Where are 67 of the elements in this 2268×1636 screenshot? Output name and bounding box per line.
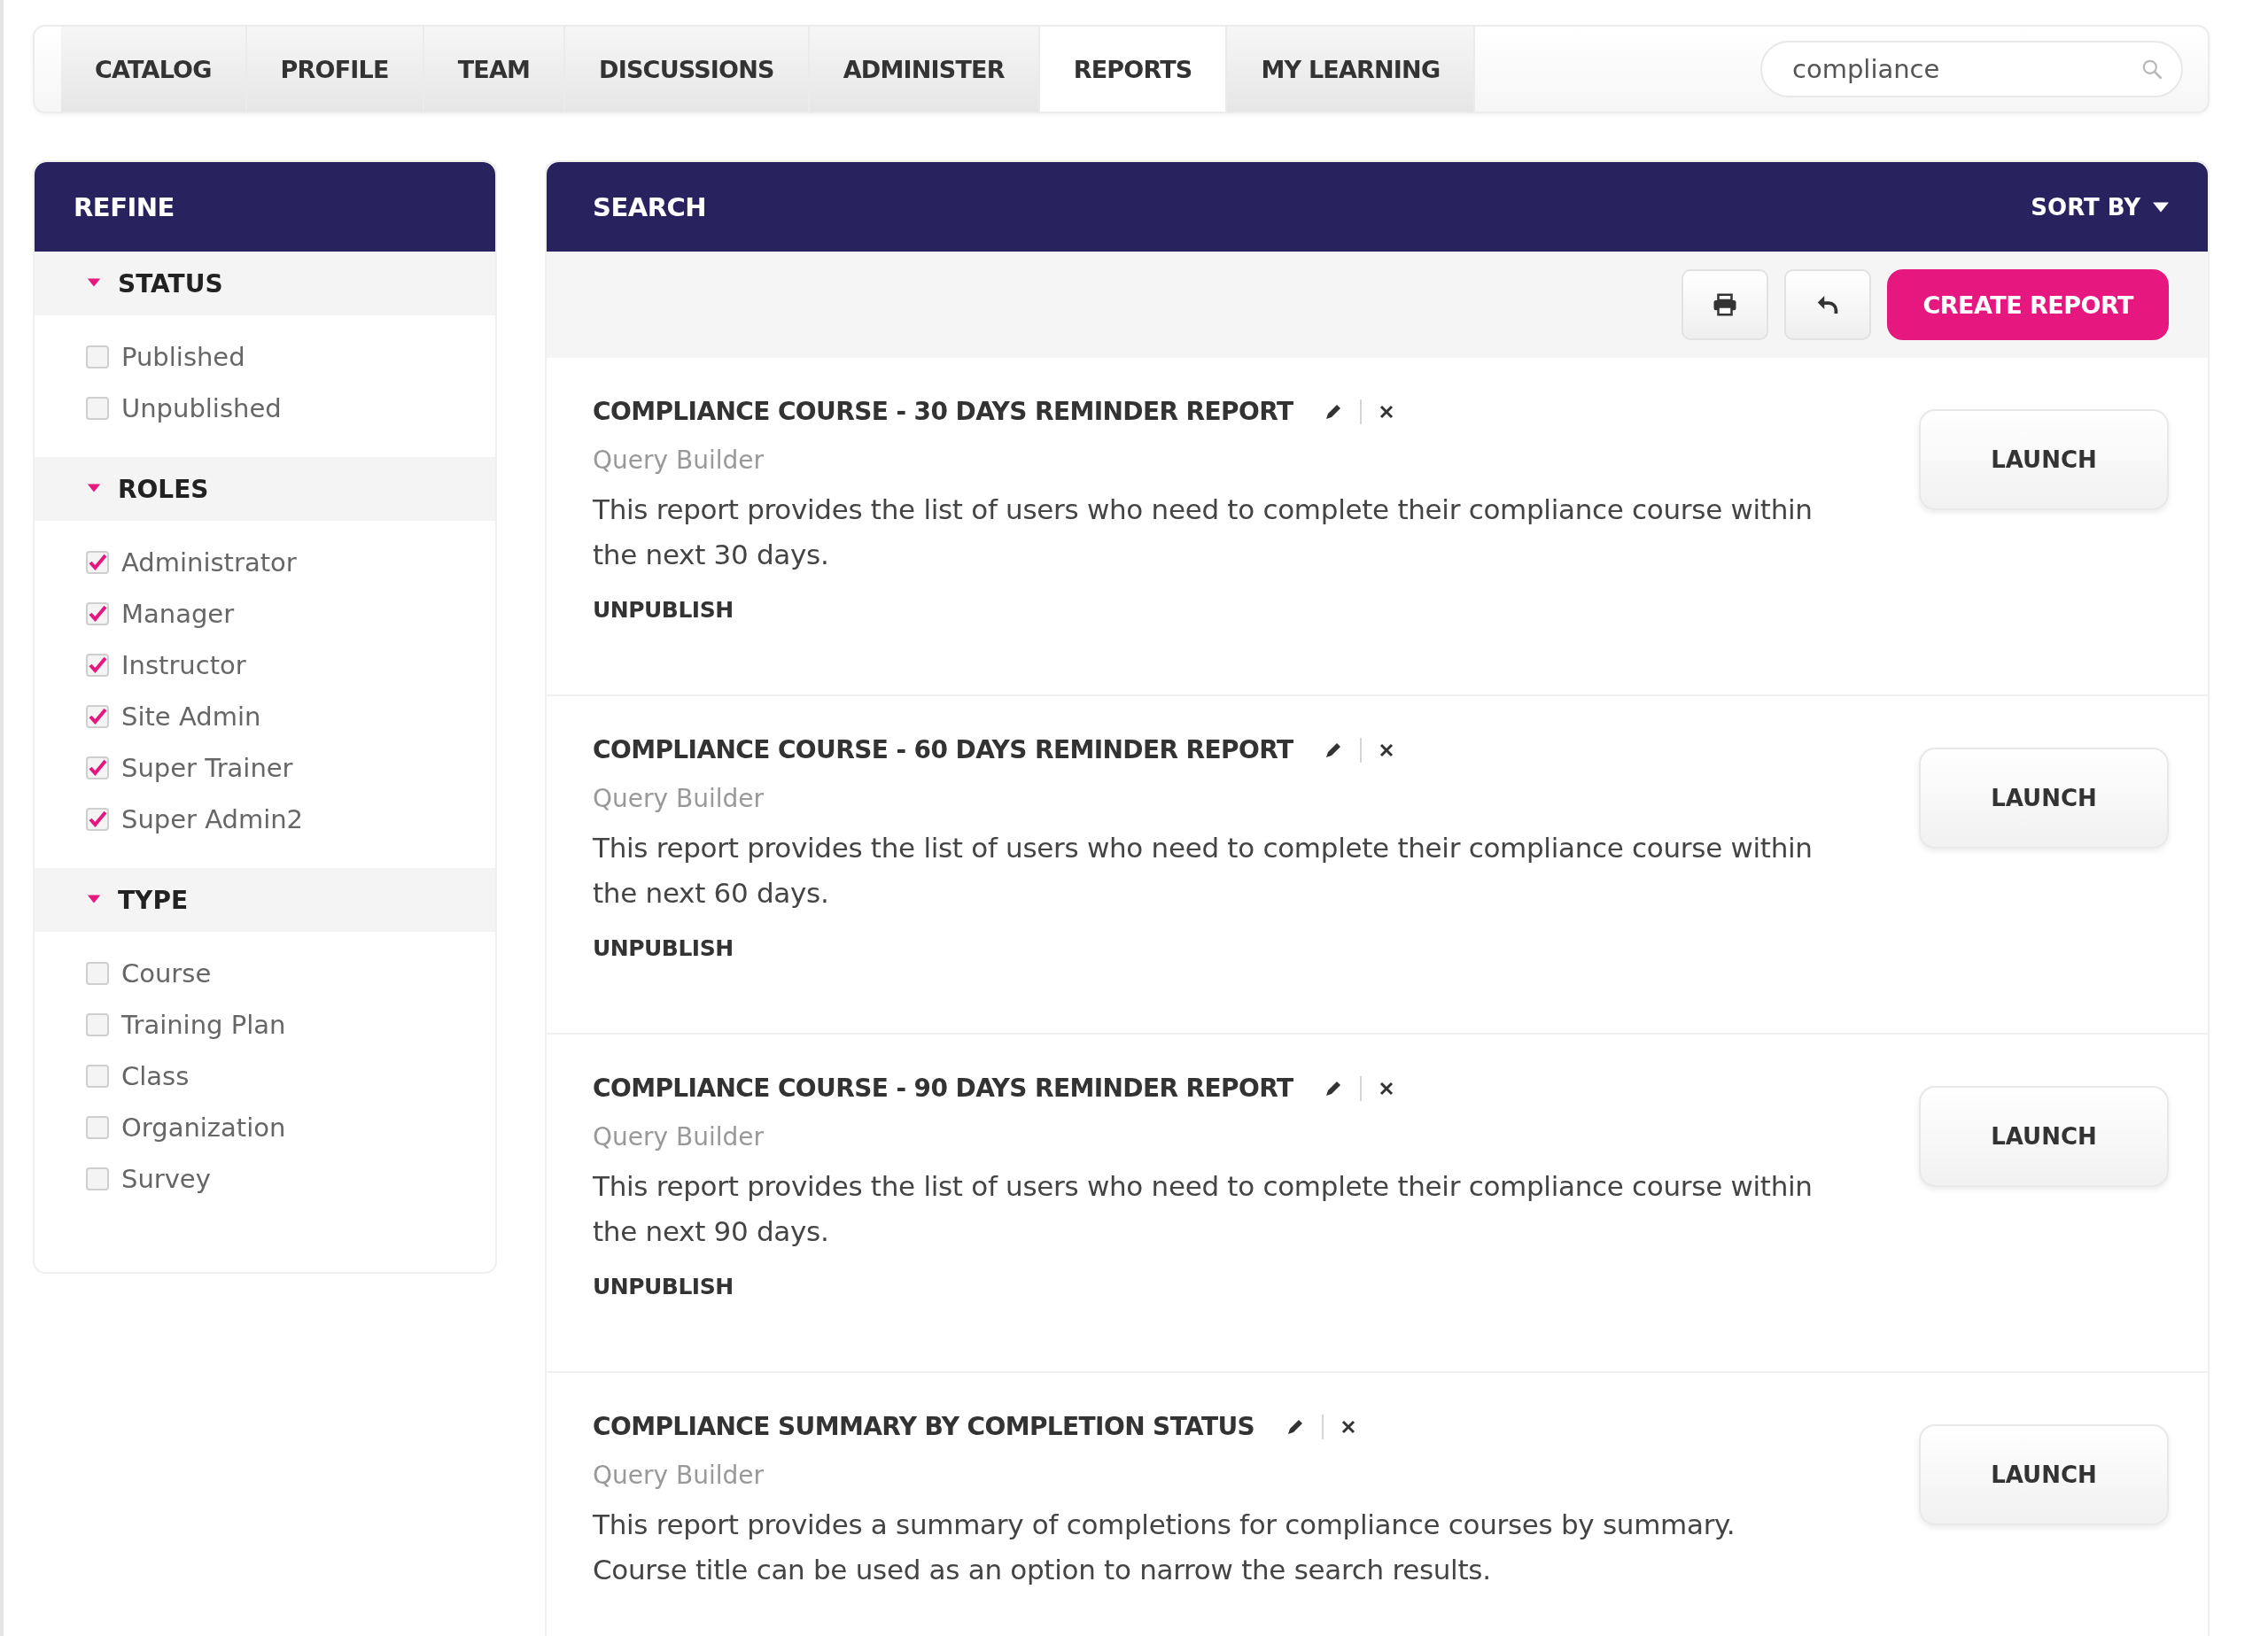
filter-label: Administrator (121, 547, 297, 578)
filter-label: Organization (121, 1113, 286, 1143)
section-header[interactable]: STATUS (35, 252, 495, 315)
caret-down-icon (2153, 201, 2169, 213)
nav-tab[interactable]: TEAM (423, 27, 566, 112)
report-source: Query Builder (593, 784, 765, 813)
checked-checkbox[interactable] (86, 808, 109, 831)
launch-button[interactable]: LAUNCH (1919, 748, 2169, 849)
nav-tab[interactable]: ADMINISTER (809, 27, 1040, 112)
launch-button[interactable]: LAUNCH (1919, 409, 2169, 510)
nav-tab[interactable]: DISCUSSIONS (565, 27, 810, 112)
unpublish-link[interactable]: UNPUBLISH (593, 597, 734, 623)
section-title: STATUS (118, 268, 223, 299)
checkbox[interactable] (86, 1116, 109, 1139)
checkbox[interactable] (86, 345, 109, 368)
checked-checkbox[interactable] (86, 705, 109, 728)
report-title: COMPLIANCE SUMMARY BY COMPLETION STATUS (593, 1412, 1255, 1441)
report-source: Query Builder (593, 1122, 765, 1151)
filter-label: Training Plan (121, 1010, 286, 1040)
report-title: COMPLIANCE COURSE - 30 DAYS REMINDER REPORT (593, 397, 1293, 426)
search-field[interactable]: compliance (1760, 41, 2183, 97)
launch-button[interactable]: LAUNCH (1919, 1424, 2169, 1525)
report-source: Query Builder (593, 446, 765, 475)
checkbox[interactable] (86, 1013, 109, 1036)
panel-header: REFINE (35, 162, 495, 252)
checkbox[interactable] (86, 1065, 109, 1088)
filter-label: Class (121, 1061, 190, 1091)
checked-checkbox[interactable] (86, 654, 109, 677)
filter-label: Published (121, 342, 245, 372)
report-description: This report provides the list of users who need to complete their compliance course within the next 60 days. (593, 831, 1814, 911)
filter-label: Super Trainer (121, 753, 293, 783)
section-title: TYPE (118, 885, 189, 915)
launch-button[interactable]: LAUNCH (1919, 1086, 2169, 1187)
unpublish-link[interactable]: UNPUBLISH (593, 935, 734, 961)
checkbox[interactable] (86, 1167, 109, 1190)
unpublish-link[interactable]: UNPUBLISH (593, 1274, 734, 1299)
nav-tab[interactable]: CATALOG (61, 27, 247, 112)
section-header[interactable]: TYPE (35, 868, 495, 932)
nav-tab[interactable]: MY LEARNING (1227, 27, 1476, 112)
checked-checkbox[interactable] (86, 756, 109, 779)
filter-label: Super Admin2 (121, 804, 304, 834)
report-description: This report provides the list of users who need to complete their compliance course within the next 30 days. (593, 492, 1814, 572)
section-title: ROLES (118, 474, 209, 504)
panel-title: SEARCH (593, 191, 707, 222)
create-report-button[interactable]: CREATE REPORT (1887, 269, 2169, 340)
report-title: COMPLIANCE COURSE - 60 DAYS REMINDER REPORT (593, 735, 1293, 764)
report-description: This report provides the list of users who need to complete their compliance course within the next 90 days. (593, 1169, 1814, 1249)
sort-by-dropdown[interactable]: SORT BY (2031, 193, 2169, 221)
nav-tab[interactable]: REPORTS (1039, 27, 1228, 112)
checkbox[interactable] (86, 962, 109, 985)
checked-checkbox[interactable] (86, 551, 109, 574)
report-description: This report provides a summary of completions for compliance courses by summary. Course title can be used as an option to narrow the search results. (593, 1508, 1736, 1587)
report-source: Query Builder (593, 1461, 765, 1490)
search-icon (2140, 58, 2163, 81)
print-button[interactable] (1682, 269, 1769, 340)
report-title: COMPLIANCE COURSE - 90 DAYS REMINDER REPORT (593, 1074, 1293, 1103)
filter-label: Course (121, 958, 212, 989)
printer-icon (1712, 291, 1739, 318)
section-header[interactable]: ROLES (35, 457, 495, 521)
filter-label: Site Admin (121, 702, 261, 732)
filter-label: Survey (121, 1164, 211, 1194)
checkbox[interactable] (86, 397, 109, 420)
filter-label: Instructor (121, 650, 246, 680)
filter-label: Manager (121, 599, 235, 629)
filter-label: Unpublished (121, 393, 282, 423)
checked-checkbox[interactable] (86, 602, 109, 625)
nav-tab[interactable]: PROFILE (246, 27, 424, 112)
